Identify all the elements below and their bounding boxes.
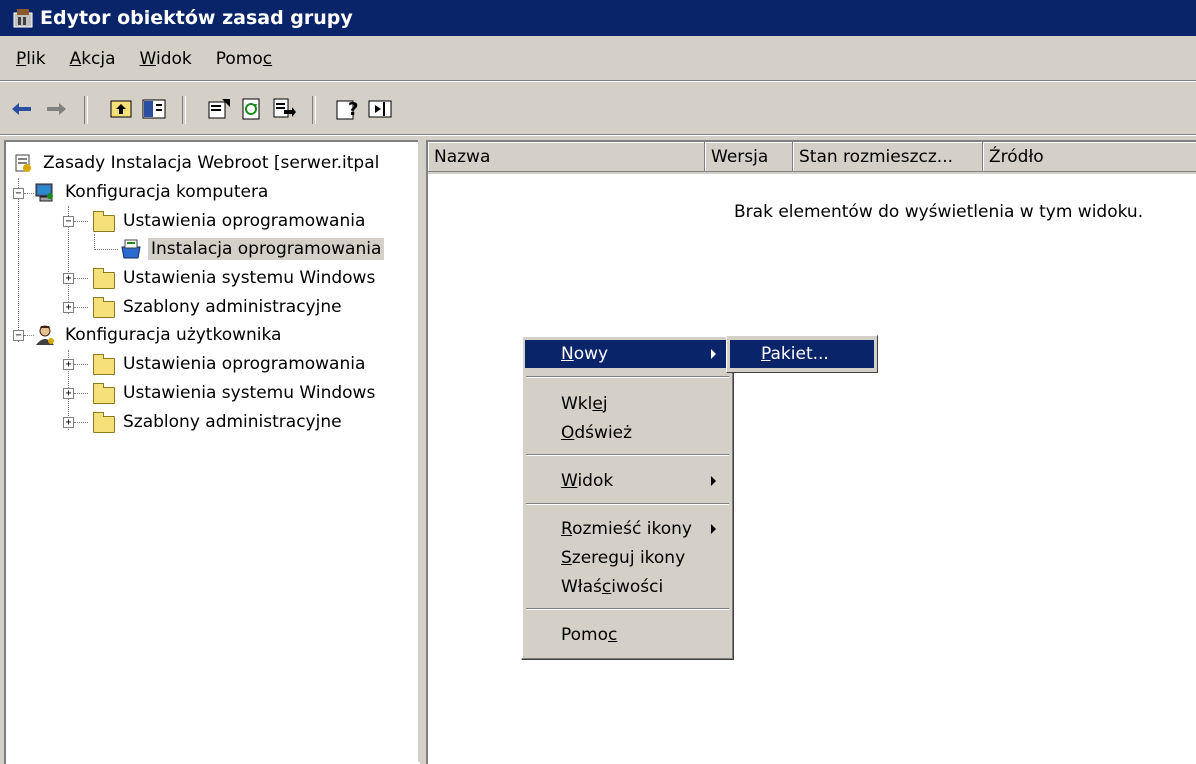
tree-item-label: Ustawienia oprogramowania — [123, 354, 366, 374]
column-headers: Nazwa Wersja Stan rozmieszcz... Źródło — [428, 142, 1196, 174]
tree-item-computer-config[interactable]: Konfiguracja komputera — [34, 179, 271, 205]
expand-toggle[interactable]: + — [63, 273, 74, 284]
show-hide-tree-icon[interactable] — [140, 96, 168, 122]
menu-item-paste[interactable]: Wklej — [525, 390, 730, 418]
help-icon[interactable]: ? — [334, 96, 362, 122]
tree-item-computer-admin-templates[interactable]: Szablony administracyjne — [92, 294, 345, 320]
submenu-arrow-icon — [711, 476, 716, 486]
title-bar[interactable]: Edytor obiektów zasad grupy — [0, 0, 1196, 36]
column-header-deployment-state[interactable]: Stan rozmieszcz... — [793, 142, 983, 172]
column-header-source[interactable]: Źródło — [983, 142, 1196, 172]
menu-bar: Plik Akcja Widok Pomoc — [0, 38, 1196, 81]
menu-file[interactable]: Plik — [0, 49, 58, 69]
expand-toggle[interactable]: + — [63, 302, 74, 313]
folder-icon — [92, 267, 115, 289]
tree-item-user-software-settings[interactable]: Ustawienia oprogramowania — [92, 351, 368, 377]
menu-item-help[interactable]: Pomoc — [525, 621, 730, 649]
expand-toggle[interactable]: + — [63, 417, 74, 428]
forward-icon[interactable] — [42, 96, 70, 122]
tree-item-label: Konfiguracja użytkownika — [65, 325, 282, 345]
computer-icon — [34, 181, 56, 203]
context-menu: Nowy Wklej Odśwież Widok Rozmieść ikony … — [521, 335, 734, 660]
expand-toggle[interactable]: + — [63, 359, 74, 370]
user-icon — [34, 324, 56, 346]
folder-icon — [92, 411, 115, 433]
menu-item-refresh[interactable]: Odśwież — [525, 419, 730, 447]
empty-list-message: Brak elementów do wyświetlenia w tym wid… — [734, 202, 1144, 222]
tree-pane[interactable]: Zasady Instalacja Webroot [serwer.itpal … — [4, 140, 420, 764]
submenu-new: Pakiet... — [726, 335, 878, 373]
submenu-arrow-icon — [711, 349, 716, 359]
up-one-level-icon[interactable] — [108, 96, 136, 122]
back-icon[interactable] — [8, 96, 36, 122]
menu-item-new[interactable]: Nowy — [525, 340, 730, 368]
svg-text:?: ? — [348, 99, 358, 120]
tree-item-user-admin-templates[interactable]: Szablony administracyjne — [92, 409, 345, 435]
column-header-version[interactable]: Wersja — [705, 142, 793, 172]
submenu-arrow-icon — [711, 524, 716, 534]
tree-item-label: Ustawienia oprogramowania — [123, 211, 366, 231]
tree-root-label: Zasady Instalacja Webroot [serwer.itpal — [43, 153, 380, 173]
menu-help[interactable]: Pomoc — [204, 49, 284, 69]
tree-item-user-config[interactable]: Konfiguracja użytkownika — [34, 322, 284, 348]
column-header-name[interactable]: Nazwa — [428, 142, 705, 172]
tree-item-label: Szablony administracyjne — [123, 412, 342, 432]
tree-item-user-windows-settings[interactable]: Ustawienia systemu Windows — [92, 380, 378, 406]
gpo-editor-icon — [12, 7, 34, 29]
menu-item-line-up-icons[interactable]: Szereguj ikony — [525, 544, 730, 572]
pane-splitter[interactable] — [418, 140, 426, 762]
collapse-toggle[interactable]: − — [63, 216, 74, 227]
expand-toggle[interactable]: + — [63, 388, 74, 399]
export-list-icon[interactable] — [270, 96, 298, 122]
refresh-icon[interactable] — [238, 96, 266, 122]
toolbar: ? — [0, 84, 1196, 135]
action-pane-icon[interactable] — [366, 96, 394, 122]
menu-item-view[interactable]: Widok — [525, 467, 730, 495]
properties-icon[interactable] — [206, 96, 234, 122]
menu-view[interactable]: Widok — [128, 49, 204, 69]
folder-icon — [92, 353, 115, 375]
folder-icon — [92, 296, 115, 318]
tree-item-computer-windows-settings[interactable]: Ustawienia systemu Windows — [92, 265, 378, 291]
menu-item-package[interactable]: Pakiet... — [730, 340, 874, 368]
collapse-toggle[interactable]: − — [13, 330, 24, 341]
folder-icon — [92, 210, 115, 232]
tree-item-label: Ustawienia systemu Windows — [123, 383, 376, 403]
tree-item-label: Instalacja oprogramowania — [148, 238, 385, 260]
collapse-toggle[interactable]: − — [13, 188, 24, 199]
menu-item-arrange-icons[interactable]: Rozmieść ikony — [525, 515, 730, 543]
menu-item-properties[interactable]: Właściwości — [525, 573, 730, 601]
menu-action[interactable]: Akcja — [58, 49, 128, 69]
policy-scroll-icon — [12, 152, 34, 174]
tree-root[interactable]: Zasady Instalacja Webroot [serwer.itpal — [12, 150, 382, 176]
window-title: Edytor obiektów zasad grupy — [40, 7, 353, 29]
tree-item-label: Konfiguracja komputera — [65, 182, 269, 202]
folder-icon — [92, 382, 115, 404]
tree-item-software-installation[interactable]: Instalacja oprogramowania — [120, 236, 385, 262]
tree-item-label: Szablony administracyjne — [123, 297, 342, 317]
software-installation-icon — [120, 238, 142, 260]
tree-item-label: Ustawienia systemu Windows — [123, 268, 376, 288]
tree-item-computer-software-settings[interactable]: Ustawienia oprogramowania — [92, 208, 368, 234]
